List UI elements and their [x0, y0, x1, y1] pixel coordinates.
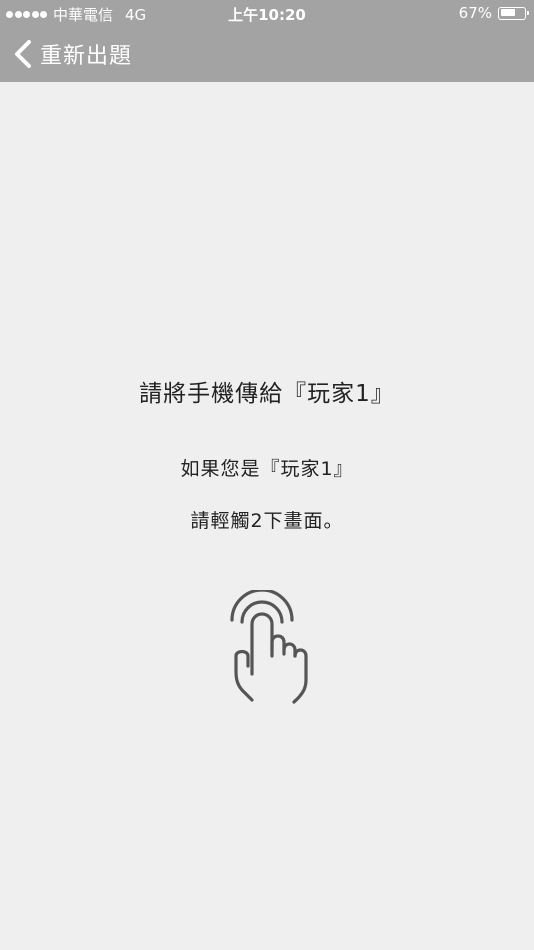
status-bar: 中華電信 4G 上午10:20 67%: [0, 0, 534, 26]
double-tap-instruction: 請輕觸2下畫面。: [190, 510, 344, 532]
pass-phone-instruction: 請將手機傳給『玩家1』: [139, 381, 395, 407]
double-tap-area[interactable]: 請將手機傳給『玩家1』 如果您是『玩家1』 請輕觸2下畫面。: [0, 82, 534, 950]
status-time: 上午10:20: [228, 6, 306, 24]
double-tap-hand-icon[interactable]: [222, 590, 314, 716]
top-bar: 中華電信 4G 上午10:20 67% 重新出題: [0, 0, 534, 82]
battery-fill: [500, 9, 516, 16]
confirm-player-text: 如果您是『玩家1』: [180, 458, 354, 480]
nav-bar: 重新出題: [0, 26, 534, 82]
battery-icon: [498, 6, 529, 20]
back-button-label: 重新出題: [40, 44, 133, 69]
chevron-left-icon: [15, 40, 31, 68]
battery-percent: 67%: [458, 4, 492, 22]
back-button[interactable]: 重新出題: [12, 36, 132, 72]
screen[interactable]: 中華電信 4G 上午10:20 67% 重新出題 請將手機傳給『玩家1』 如果您…: [0, 0, 534, 950]
status-right: 67%: [458, 4, 529, 22]
